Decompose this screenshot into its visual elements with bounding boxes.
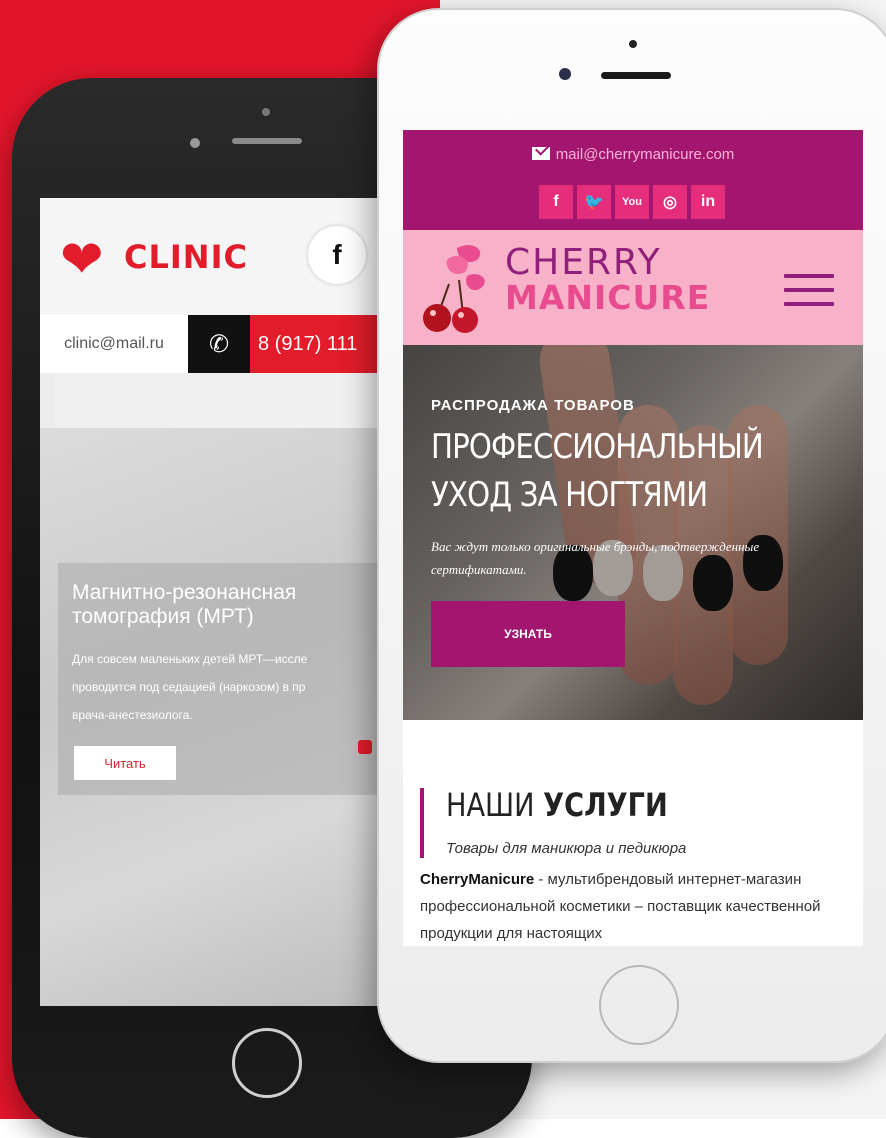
- home-button[interactable]: [232, 1028, 302, 1098]
- read-button[interactable]: Читать: [74, 746, 176, 780]
- clinic-email[interactable]: clinic@mail.ru: [40, 315, 188, 373]
- phone-sensor: [262, 108, 270, 116]
- home-button[interactable]: [599, 965, 679, 1045]
- slide-text-line: врача-анестезиолога.: [72, 708, 193, 722]
- clinic-screen: ❤ CLINIC f clinic@mail.ru ✆ 8 (917) 111 …: [40, 198, 380, 1006]
- phone-speaker: [601, 72, 671, 79]
- cherry-email-text[interactable]: mail@cherrymanicure.com: [556, 146, 735, 163]
- services-subtitle: Товары для маникюра и педикюра: [446, 840, 687, 857]
- slide-text-line: проводится под седацией (наркозом) в пр: [72, 680, 306, 694]
- phone-camera: [190, 138, 200, 148]
- cherry-logo-line2[interactable]: MANICURE: [505, 278, 710, 317]
- youtube-icon[interactable]: You: [615, 185, 649, 219]
- phone-icon: ✆: [188, 315, 250, 373]
- heart-icon: ❤: [60, 231, 104, 289]
- phone-camera: [559, 68, 571, 80]
- services-title-bold: УСЛУГИ: [543, 786, 668, 824]
- hero-eyebrow: РАСПРОДАЖА ТОВАРОВ: [431, 397, 635, 414]
- learn-more-button[interactable]: УЗНАТЬ: [431, 601, 625, 667]
- phone-speaker: [232, 138, 302, 144]
- services-description: CherryManicure - мультибрендовый интерне…: [420, 866, 856, 946]
- services-title-light: НАШИ: [446, 786, 535, 824]
- cherry-icon: [423, 245, 485, 333]
- phone-sensor: [629, 40, 637, 48]
- linkedin-icon[interactable]: in: [691, 185, 725, 219]
- hero-title: ПРОФЕССИОНАЛЬНЫЙ УХОД ЗА НОГТЯМИ: [431, 427, 764, 515]
- cherry-topbar: mail@cherrymanicure.com f 🐦 You ◎ in: [403, 130, 863, 230]
- cherry-screen: mail@cherrymanicure.com f 🐦 You ◎ in CHE…: [403, 130, 863, 946]
- services-section: НАШИ УСЛУГИ Товары для маникюра и педикю…: [403, 720, 863, 946]
- twitter-icon[interactable]: 🐦: [577, 185, 611, 219]
- slide-text-line: Для совсем маленьких детей МРТ—иссле: [72, 652, 308, 666]
- slide-title: Магнитно-резонансная томография (МРТ): [72, 581, 297, 628]
- services-title: НАШИ УСЛУГИ: [446, 786, 668, 824]
- brand-name: CherryManicure: [420, 871, 535, 888]
- slider-dot[interactable]: [358, 740, 372, 754]
- clinic-contact-bar: clinic@mail.ru ✆ 8 (917) 111: [40, 315, 380, 373]
- clinic-phone[interactable]: 8 (917) 111: [250, 315, 380, 373]
- cherry-email[interactable]: mail@cherrymanicure.com: [403, 146, 863, 163]
- facebook-icon[interactable]: f: [308, 226, 366, 284]
- section-accent-bar: [420, 788, 424, 858]
- dribbble-icon[interactable]: ◎: [653, 185, 687, 219]
- facebook-icon[interactable]: f: [539, 185, 573, 219]
- hero-lead: Вас ждут только оригинальные брэнды, под…: [431, 539, 760, 577]
- clinic-logo[interactable]: CLINIC: [124, 238, 248, 276]
- envelope-icon: [531, 147, 550, 160]
- slide-text: Для совсем маленьких детей МРТ—иссле про…: [72, 645, 372, 729]
- clinic-header: ❤ CLINIC f: [40, 198, 380, 315]
- hamburger-menu-icon[interactable]: [784, 274, 834, 306]
- cherry-logo-line1[interactable]: CHERRY: [505, 242, 662, 283]
- clinic-slide-card: Магнитно-резонансная томография (МРТ) Дл…: [58, 563, 380, 795]
- clinic-nav-bar: [55, 373, 380, 428]
- social-links: f 🐦 You ◎ in: [539, 185, 739, 219]
- cherry-header: CHERRY MANICURE: [403, 230, 863, 345]
- cherry-hero: РАСПРОДАЖА ТОВАРОВ ПРОФЕССИОНАЛЬНЫЙ УХОД…: [403, 345, 863, 720]
